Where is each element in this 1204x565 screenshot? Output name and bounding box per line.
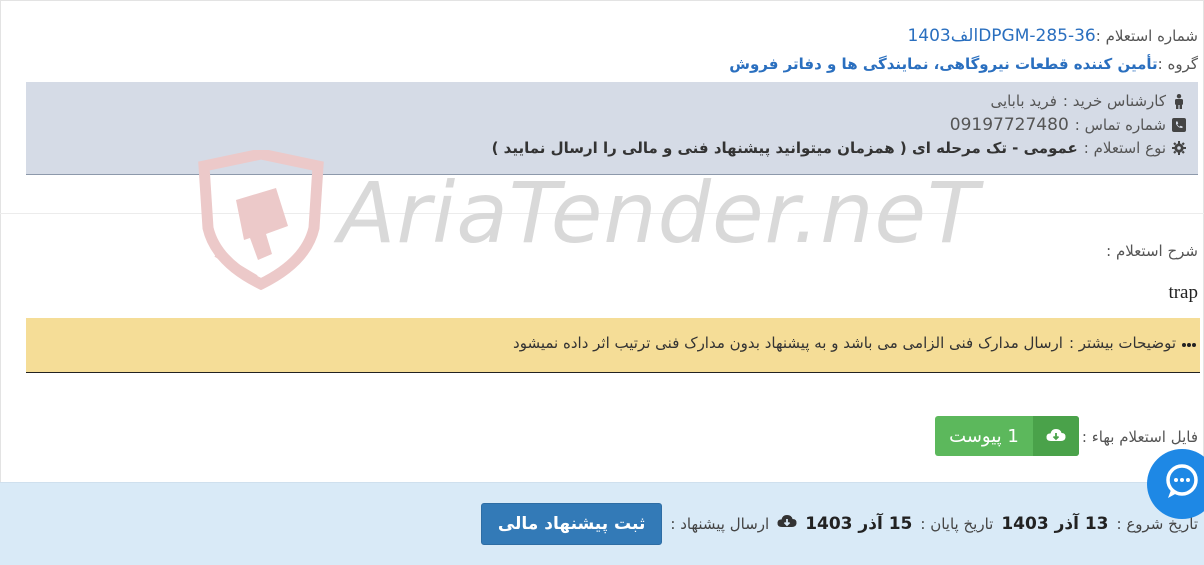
notice-box: توضیحات بیشتر : ارسال مدارک فنی الزامی م…: [26, 318, 1200, 373]
start-date-value: 13 آذر 1403: [1001, 514, 1109, 534]
group-label: گروه :: [1157, 55, 1198, 73]
submit-financial-offer-button[interactable]: ثبت پیشنهاد مالی: [480, 503, 663, 545]
phone-value: 09197727480: [949, 115, 1069, 135]
chat-bubble-icon: [1162, 462, 1202, 506]
file-label: فایل استعلام بهاء :: [1081, 428, 1198, 446]
phone-row: شماره تماس : 09197727480: [950, 115, 1186, 135]
tender-info-box: کارشناس خرید : فرید بابایی شماره تماس : …: [26, 82, 1198, 175]
notice-text: ارسال مدارک فنی الزامی می باشد و به پیشن…: [513, 334, 1063, 352]
group-row: گروه :تأمین کننده قطعات نیروگاهی، نمایند…: [729, 55, 1198, 73]
type-label: نوع استعلام :: [1083, 139, 1166, 157]
download-button-label: 1 پیوست: [949, 425, 1019, 447]
phone-icon: [1172, 118, 1186, 132]
tender-number-label: شماره استعلام :: [1095, 27, 1198, 45]
phone-label: شماره تماس :: [1074, 116, 1166, 134]
expert-row: کارشناس خرید : فرید بابایی: [990, 92, 1186, 110]
expert-value: فرید بابایی: [990, 92, 1057, 110]
type-value: عمومی - تک مرحله ای ( همزمان میتوانید پی…: [491, 139, 1078, 157]
end-date-label: تاریخ پایان :: [920, 515, 994, 533]
end-date-value: 15 آذر 1403: [805, 514, 913, 534]
tender-number-value: DPGM-285-36الف1403: [907, 26, 1096, 46]
gear-icon: [1172, 141, 1186, 155]
tender-number-row: شماره استعلام :DPGM-285-36الف1403: [907, 26, 1198, 46]
type-row: نوع استعلام : عمومی - تک مرحله ای ( همزم…: [492, 139, 1186, 157]
cloud-download-icon: [1033, 416, 1079, 456]
notice-row: توضیحات بیشتر : ارسال مدارک فنی الزامی م…: [513, 334, 1196, 352]
notice-label: توضیحات بیشتر :: [1068, 334, 1176, 352]
send-offer-label: ارسال پیشنهاد :: [670, 515, 770, 533]
ellipsis-icon: [1182, 334, 1196, 352]
section-divider: [0, 213, 1204, 214]
person-icon: [1172, 93, 1186, 109]
footer-bar: تاریخ شروع : 13 آذر 1403 تاریخ پایان : 1…: [0, 482, 1204, 565]
group-value: تأمین کننده قطعات نیروگاهی، نمایندگی ها …: [729, 55, 1158, 73]
footer-row: تاریخ شروع : 13 آذر 1403 تاریخ پایان : 1…: [480, 503, 1198, 545]
cloud-download-icon: [777, 514, 797, 534]
description-label: شرح استعلام :: [1106, 242, 1198, 260]
description-value: trap: [1168, 282, 1198, 303]
download-attachment-button[interactable]: 1 پیوست: [935, 416, 1079, 456]
expert-label: کارشناس خرید :: [1062, 92, 1166, 110]
